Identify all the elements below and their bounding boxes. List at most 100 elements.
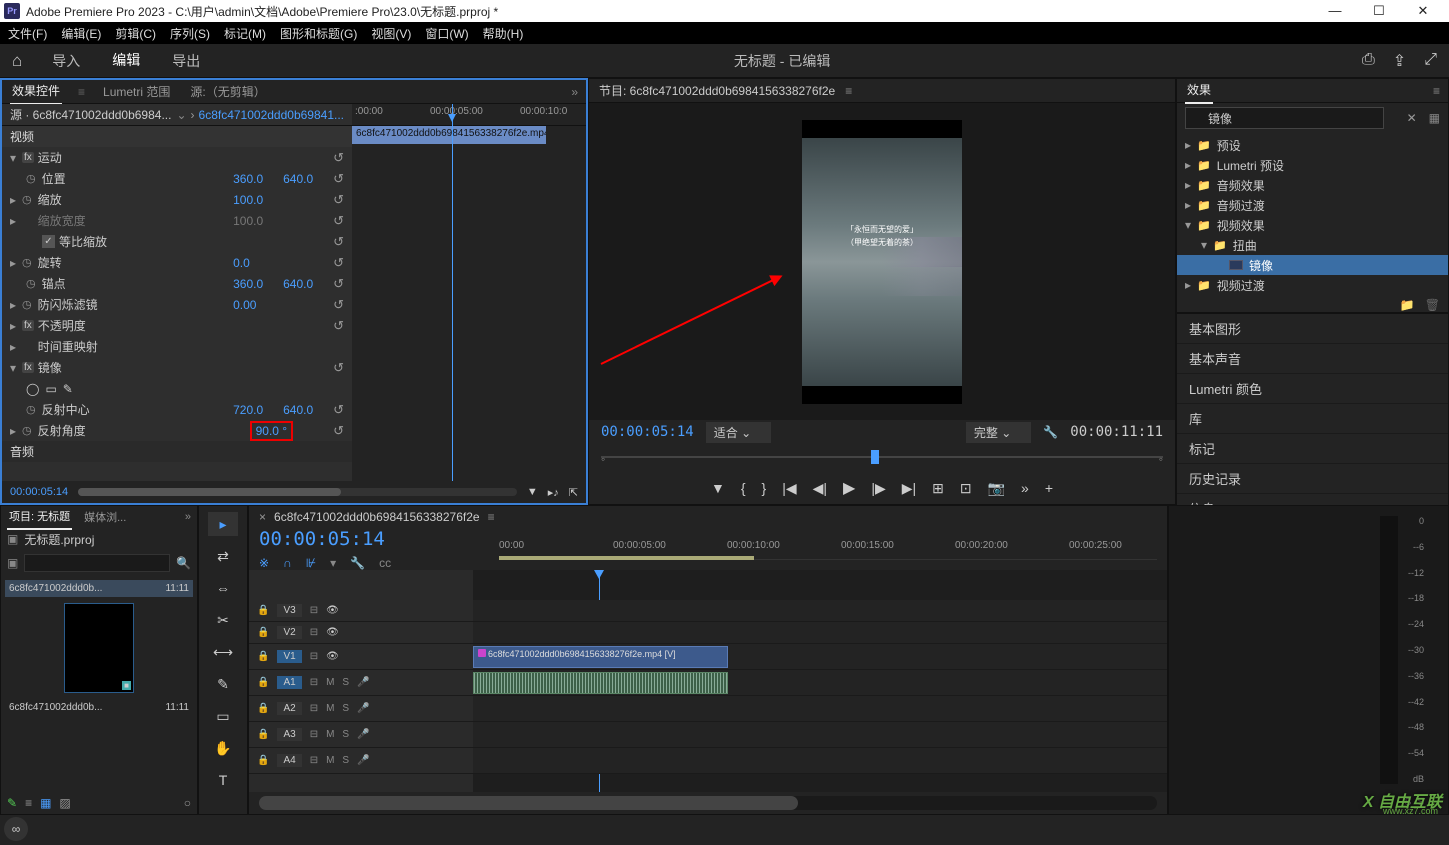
out-timecode[interactable]: 00:00:11:11: [1070, 424, 1163, 440]
freeform-view-icon[interactable]: ▨: [59, 796, 70, 810]
panel-overflow-icon[interactable]: »: [571, 85, 578, 99]
fit-dropdown[interactable]: 适合 ⌄: [706, 422, 771, 443]
sequence-name[interactable]: 6c8fc471002ddd0b6984156338276f2e: [274, 510, 480, 524]
new-bin-icon[interactable]: 📁: [1400, 298, 1415, 312]
tab-source[interactable]: 源:（无剪辑）: [188, 79, 267, 104]
in-timecode[interactable]: 00:00:05:14: [601, 424, 694, 440]
sync-lock-icon[interactable]: ⊟: [310, 703, 318, 714]
lock-icon[interactable]: 🔒: [257, 703, 269, 714]
marker-icon[interactable]: ▾: [330, 556, 336, 570]
effects-preset-icon[interactable]: ▦: [1429, 111, 1440, 125]
sync-lock-icon[interactable]: ⊟: [310, 627, 318, 638]
mark-out-icon[interactable]: }: [762, 480, 767, 496]
effect-controls-timeline[interactable]: :00:00 00:00:05:00 00:00:10:0 6c8fc47100…: [352, 104, 586, 481]
selection-tool[interactable]: ▸: [208, 512, 238, 536]
tree-item-lumetri[interactable]: ▸📁Lumetri 预设: [1177, 155, 1448, 175]
fullscreen-icon[interactable]: ⤢: [1424, 51, 1437, 71]
track-lane-v1[interactable]: 6c8fc471002ddd0b6984156338276f2e.mp4 [V]: [473, 644, 1167, 670]
lock-icon[interactable]: 🔒: [257, 605, 269, 616]
reset-icon[interactable]: ↺: [333, 276, 344, 292]
ripple-edit-tool[interactable]: ⇔: [208, 576, 238, 600]
anchor-x[interactable]: 360.0: [233, 277, 283, 291]
stopwatch-icon[interactable]: ◷: [26, 172, 36, 185]
lock-icon[interactable]: 🔒: [257, 729, 269, 740]
tree-item-distort[interactable]: ▾📁扭曲: [1177, 235, 1448, 255]
linked-selection-icon[interactable]: ⊮: [306, 556, 316, 570]
fx-badge[interactable]: fx: [22, 362, 34, 373]
panel-lumetri-color[interactable]: Lumetri 颜色: [1177, 374, 1448, 404]
sync-lock-icon[interactable]: ⊟: [310, 605, 318, 616]
go-to-out-icon[interactable]: ▶|: [902, 480, 916, 497]
position-x[interactable]: 360.0: [233, 172, 283, 186]
filter-icon[interactable]: ▼: [527, 486, 538, 499]
track-lane-a1[interactable]: [473, 670, 1167, 696]
clip-bar[interactable]: 6c8fc471002ddd0b6984156338276f2e.mp4: [352, 126, 546, 144]
disclosure-icon[interactable]: ▸: [10, 319, 22, 333]
stopwatch-icon[interactable]: ◷: [26, 403, 36, 416]
mic-icon[interactable]: 🎤: [357, 703, 369, 714]
slip-tool[interactable]: ⟷: [208, 640, 238, 664]
track-lane-a2[interactable]: [473, 696, 1167, 722]
menu-file[interactable]: 文件(F): [8, 25, 47, 42]
eye-icon[interactable]: 👁: [326, 627, 339, 638]
track-header-v2[interactable]: 🔒V2⊟👁: [249, 622, 473, 644]
track-lane-v3[interactable]: [473, 600, 1167, 622]
tree-item-audio-fx[interactable]: ▸📁音频效果: [1177, 175, 1448, 195]
overwrite-icon[interactable]: ⊡: [960, 480, 972, 497]
stopwatch-icon[interactable]: ◷: [22, 256, 32, 269]
menu-clip[interactable]: 剪辑(C): [115, 25, 156, 42]
delete-icon[interactable]: 🗑: [1425, 298, 1440, 312]
reset-icon[interactable]: ↺: [333, 360, 344, 376]
disclosure-icon[interactable]: ▸: [10, 214, 22, 228]
program-video-viewport[interactable]: 「永恒而无望的爱」 （甲绝望无着的茶）: [589, 103, 1175, 420]
timeline-timecode[interactable]: 00:00:05:14: [259, 528, 459, 550]
home-icon[interactable]: ⌂: [12, 51, 22, 71]
add-marker-icon[interactable]: ▼: [711, 480, 725, 496]
go-to-in-icon[interactable]: |◀: [782, 480, 796, 497]
stopwatch-icon[interactable]: ◷: [22, 193, 32, 206]
tree-item-presets[interactable]: ▸📁预设: [1177, 135, 1448, 155]
menu-graphics[interactable]: 图形和标题(G): [280, 25, 357, 42]
workspace-tab-import[interactable]: 导入: [50, 43, 82, 79]
panel-menu-icon[interactable]: ≡: [488, 510, 495, 524]
list-view-icon[interactable]: ≡: [25, 796, 32, 810]
anchor-y[interactable]: 640.0: [283, 277, 333, 291]
disclosure-icon[interactable]: ▾: [10, 361, 22, 375]
close-sequence-icon[interactable]: ×: [259, 510, 266, 524]
share-icon[interactable]: ⇪: [1393, 51, 1406, 71]
mask-ellipse-icon[interactable]: ◯: [26, 382, 39, 396]
reset-icon[interactable]: ↺: [333, 297, 344, 313]
workspace-tab-edit[interactable]: 编辑: [110, 42, 142, 80]
panel-overflow-icon[interactable]: »: [185, 511, 191, 523]
eye-icon[interactable]: 👁: [326, 651, 339, 662]
antiflicker-value[interactable]: 0.00: [233, 298, 283, 312]
wrench-icon[interactable]: 🔧: [350, 556, 365, 570]
reset-icon[interactable]: ↺: [333, 192, 344, 208]
bin-item-1[interactable]: 6c8fc471002ddd0b...11:11: [5, 699, 193, 716]
magnet-icon[interactable]: ∩: [283, 556, 292, 570]
track-header-a2[interactable]: 🔒A2⊟MS🎤: [249, 696, 473, 722]
search-icon[interactable]: 🔍: [176, 556, 191, 570]
rectangle-tool[interactable]: ▭: [208, 704, 238, 728]
rotation-value[interactable]: 0.0: [233, 256, 283, 270]
icon-view-icon[interactable]: ▦: [40, 796, 51, 810]
mic-icon[interactable]: 🎤: [357, 729, 369, 740]
razor-tool[interactable]: ✂: [208, 608, 238, 632]
tree-item-video-fx[interactable]: ▾📁视频效果: [1177, 215, 1448, 235]
mic-icon[interactable]: 🎤: [357, 755, 369, 766]
stopwatch-icon[interactable]: ◷: [22, 424, 32, 437]
snap-icon[interactable]: ※: [259, 556, 269, 570]
tree-item-video-trans[interactable]: ▸📁视频过渡: [1177, 275, 1448, 295]
disclosure-icon[interactable]: ▸: [10, 298, 22, 312]
type-tool[interactable]: T: [208, 768, 238, 792]
track-header-v1[interactable]: 🔒V1⊟👁: [249, 644, 473, 670]
tab-menu-icon[interactable]: ≡: [78, 85, 85, 99]
scrubber-thumb[interactable]: [871, 450, 879, 464]
panel-markers[interactable]: 标记: [1177, 434, 1448, 464]
tree-item-mirror[interactable]: 镜像: [1177, 255, 1448, 275]
export-frame-icon[interactable]: 📷: [988, 480, 1005, 497]
lock-icon[interactable]: 🔒: [257, 651, 269, 662]
overflow-icon[interactable]: »: [1021, 480, 1029, 496]
program-scrubber[interactable]: ◦ ◦: [601, 444, 1163, 472]
lock-icon[interactable]: 🔒: [257, 755, 269, 766]
